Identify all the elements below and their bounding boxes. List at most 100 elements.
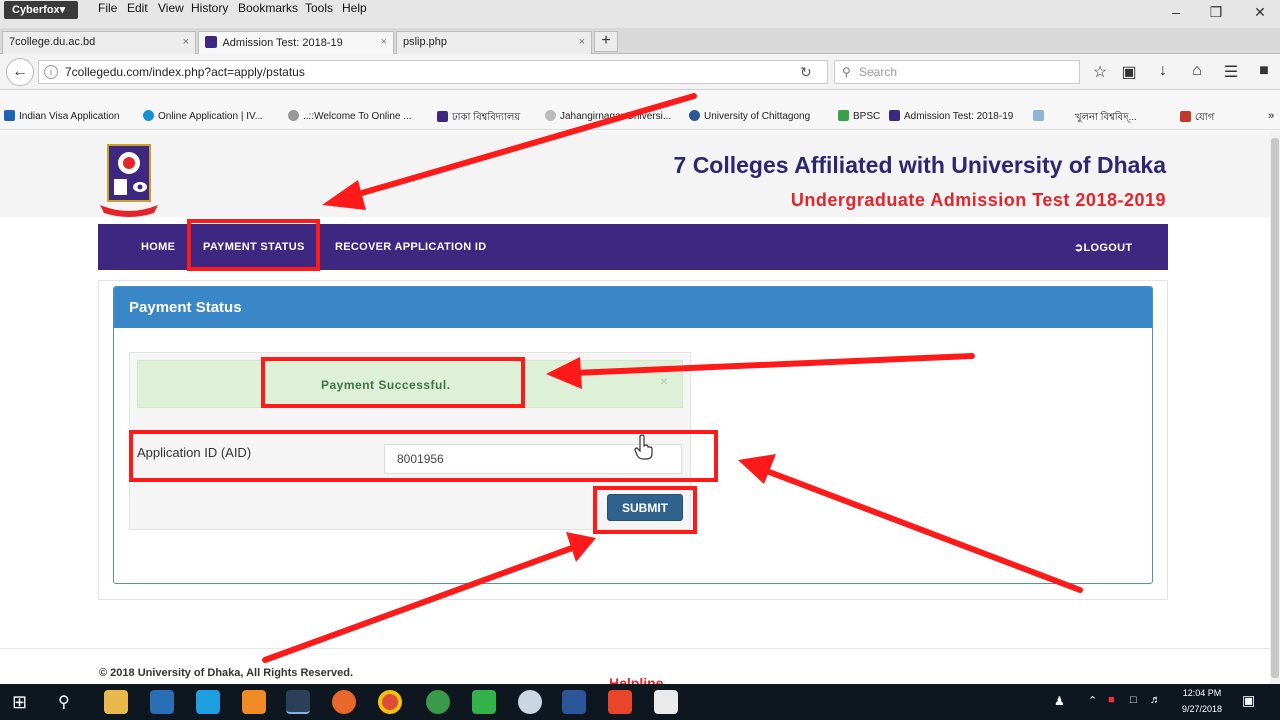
menu-view[interactable]: View bbox=[158, 1, 184, 15]
lock-icon[interactable]: ■ bbox=[1254, 62, 1274, 80]
word-icon[interactable] bbox=[562, 690, 586, 714]
nav-recover-application-id[interactable]: RECOVER APPLICATION ID bbox=[335, 241, 486, 253]
chevron-up-icon[interactable]: ⌃ bbox=[1088, 694, 1097, 707]
reload-icon[interactable]: ↻ bbox=[800, 64, 812, 81]
menu-hamburger-icon[interactable]: ☰ bbox=[1221, 62, 1241, 82]
close-icon[interactable]: × bbox=[660, 373, 668, 389]
bookmark-item[interactable]: ঢাকা বিশ্ববিদ্যালয় bbox=[437, 110, 520, 127]
menu-edit[interactable]: Edit bbox=[127, 1, 148, 15]
camtasia-icon[interactable] bbox=[472, 690, 496, 714]
bookmark-favicon-icon bbox=[689, 110, 700, 121]
bookmark-label: Jahangirnagar Universi... bbox=[560, 111, 672, 122]
menu-history[interactable]: History bbox=[191, 1, 228, 15]
taskbar-date[interactable]: 9/27/2018 bbox=[1174, 704, 1230, 714]
bookmark-label: BPSC bbox=[853, 111, 881, 122]
site-title: 7 Colleges Affiliated with University of… bbox=[673, 152, 1166, 178]
menu-help[interactable]: Help bbox=[342, 1, 367, 15]
menu-tools[interactable]: Tools bbox=[305, 1, 333, 15]
app-icon[interactable] bbox=[196, 690, 220, 714]
taskbar-time[interactable]: 12:04 PM bbox=[1174, 688, 1230, 698]
close-window-icon[interactable]: ✕ bbox=[1250, 4, 1270, 21]
cyberfox-icon[interactable] bbox=[286, 690, 310, 714]
search-input[interactable]: Search bbox=[834, 60, 1080, 84]
tab-close-icon[interactable]: × bbox=[183, 36, 189, 48]
bookmark-star-icon[interactable]: ☆ bbox=[1090, 62, 1110, 82]
tab-label: pslip.php bbox=[403, 36, 448, 48]
bookmarks-overflow-icon[interactable]: » bbox=[1268, 110, 1274, 122]
highlight-submit bbox=[593, 486, 697, 534]
bookmark-label: University of Chittagong bbox=[704, 111, 811, 122]
footer-copyright: © 2018 University of Dhaka, All Rights R… bbox=[99, 667, 354, 679]
bookmark-item[interactable]: Admission Test: 2018-19 bbox=[889, 110, 1013, 122]
nav-logout[interactable]: ➲LOGOUT bbox=[1074, 241, 1132, 254]
bookmark-item[interactable]: BPSC bbox=[838, 110, 880, 122]
tab-label: 7college.du.ac.bd bbox=[9, 36, 96, 48]
tab-close-icon[interactable]: × bbox=[381, 36, 387, 48]
network-icon[interactable]: □ bbox=[1130, 694, 1137, 706]
title-bar: Cyberfox▾ File Edit View History Bookmar… bbox=[0, 0, 1280, 28]
chrome-icon[interactable] bbox=[378, 690, 402, 714]
app-icon[interactable] bbox=[426, 690, 450, 714]
bookmark-label: Online Application | IV... bbox=[158, 111, 264, 122]
menu-file[interactable]: File bbox=[98, 1, 117, 15]
site-info-icon[interactable]: i bbox=[44, 65, 58, 79]
file-explorer-icon[interactable] bbox=[104, 690, 128, 714]
tab-admission-test[interactable]: Admission Test: 2018-19 × bbox=[198, 31, 394, 54]
bookmark-label: খুলনা বিশ্ববিদ্... bbox=[1075, 112, 1137, 123]
footer-divider bbox=[0, 648, 1270, 649]
bookmark-item[interactable]: Indian Visa Application bbox=[4, 110, 119, 122]
site-subtitle: Undergraduate Admission Test 2018-2019 bbox=[790, 190, 1166, 210]
windows-taskbar: ⊞ ⚲ ♟ ⌃ ■ □ ♬ ▣ bbox=[0, 684, 1280, 720]
bookmark-favicon-icon bbox=[1033, 110, 1044, 121]
bookmark-favicon-icon bbox=[4, 110, 15, 121]
bookmark-item[interactable]: University of Chittagong bbox=[689, 110, 810, 122]
logout-label: LOGOUT bbox=[1083, 242, 1133, 254]
app-icon[interactable] bbox=[150, 690, 174, 714]
panel-title: Payment Status bbox=[129, 299, 242, 316]
nav-home[interactable]: HOME bbox=[141, 241, 175, 253]
minimize-icon[interactable]: – bbox=[1166, 4, 1186, 20]
tab-close-icon[interactable]: × bbox=[579, 36, 585, 48]
bookmark-item[interactable] bbox=[1033, 110, 1048, 122]
highlight-payment-status bbox=[187, 219, 320, 271]
app-icon[interactable] bbox=[608, 690, 632, 714]
search-icon[interactable]: ⚲ bbox=[58, 692, 70, 712]
tab-pslip[interactable]: pslip.php × bbox=[396, 31, 592, 54]
home-icon[interactable]: ⌂ bbox=[1187, 62, 1207, 80]
bookmark-favicon-icon bbox=[437, 111, 448, 122]
maximize-icon[interactable]: ❐ bbox=[1206, 4, 1226, 21]
notifications-icon[interactable]: ▣ bbox=[1242, 692, 1255, 709]
windows-start-icon[interactable]: ⊞ bbox=[12, 692, 27, 713]
bookmark-item[interactable]: Online Application | IV... bbox=[143, 110, 263, 122]
app-icon[interactable] bbox=[518, 690, 542, 714]
university-logo bbox=[100, 144, 158, 217]
bookmark-item[interactable]: যোগ bbox=[1180, 110, 1214, 127]
navigation-toolbar: ← 7collegedu.com/index.php?act=apply/pst… bbox=[0, 54, 1280, 90]
clipboard-icon[interactable]: ▣ bbox=[1119, 62, 1139, 82]
scrollbar-thumb[interactable] bbox=[1271, 138, 1279, 678]
back-arrow-icon[interactable]: ← bbox=[6, 58, 34, 86]
photos-icon[interactable] bbox=[654, 690, 678, 714]
bookmark-item[interactable]: ..::Welcome To Online ... bbox=[288, 110, 412, 122]
bookmark-item[interactable]: খুলনা বিশ্ববিদ্... bbox=[1075, 110, 1137, 127]
bookmark-favicon-icon bbox=[545, 110, 556, 121]
bookmark-item[interactable]: Jahangirnagar Universi... bbox=[545, 110, 671, 122]
browser-menu-button[interactable]: Cyberfox▾ bbox=[4, 1, 78, 19]
url-bar[interactable]: 7collegedu.com/index.php?act=apply/pstat… bbox=[38, 60, 828, 84]
bookmark-label: Admission Test: 2018-19 bbox=[904, 111, 1014, 122]
bookmark-label: ঢাকা বিশ্ববিদ্যালয় bbox=[452, 112, 521, 123]
menu-bookmarks[interactable]: Bookmarks bbox=[238, 1, 298, 15]
logout-icon: ➲ bbox=[1074, 242, 1084, 254]
search-icon: ⚲ bbox=[842, 65, 851, 79]
tab-label: Admission Test: 2018-19 bbox=[222, 37, 343, 49]
download-icon[interactable]: ↓ bbox=[1153, 62, 1173, 80]
firefox-icon[interactable] bbox=[332, 690, 356, 714]
tab-7college[interactable]: 7college.du.ac.bd × bbox=[2, 31, 196, 54]
new-tab-button[interactable]: + bbox=[594, 31, 618, 52]
bookmark-favicon-icon bbox=[143, 110, 154, 121]
bookmark-favicon-icon bbox=[838, 110, 849, 121]
people-icon[interactable]: ♟ bbox=[1054, 694, 1065, 708]
app-icon[interactable] bbox=[242, 690, 266, 714]
volume-icon[interactable]: ♬ bbox=[1150, 694, 1161, 706]
tray-app-icon[interactable]: ■ bbox=[1108, 694, 1115, 706]
